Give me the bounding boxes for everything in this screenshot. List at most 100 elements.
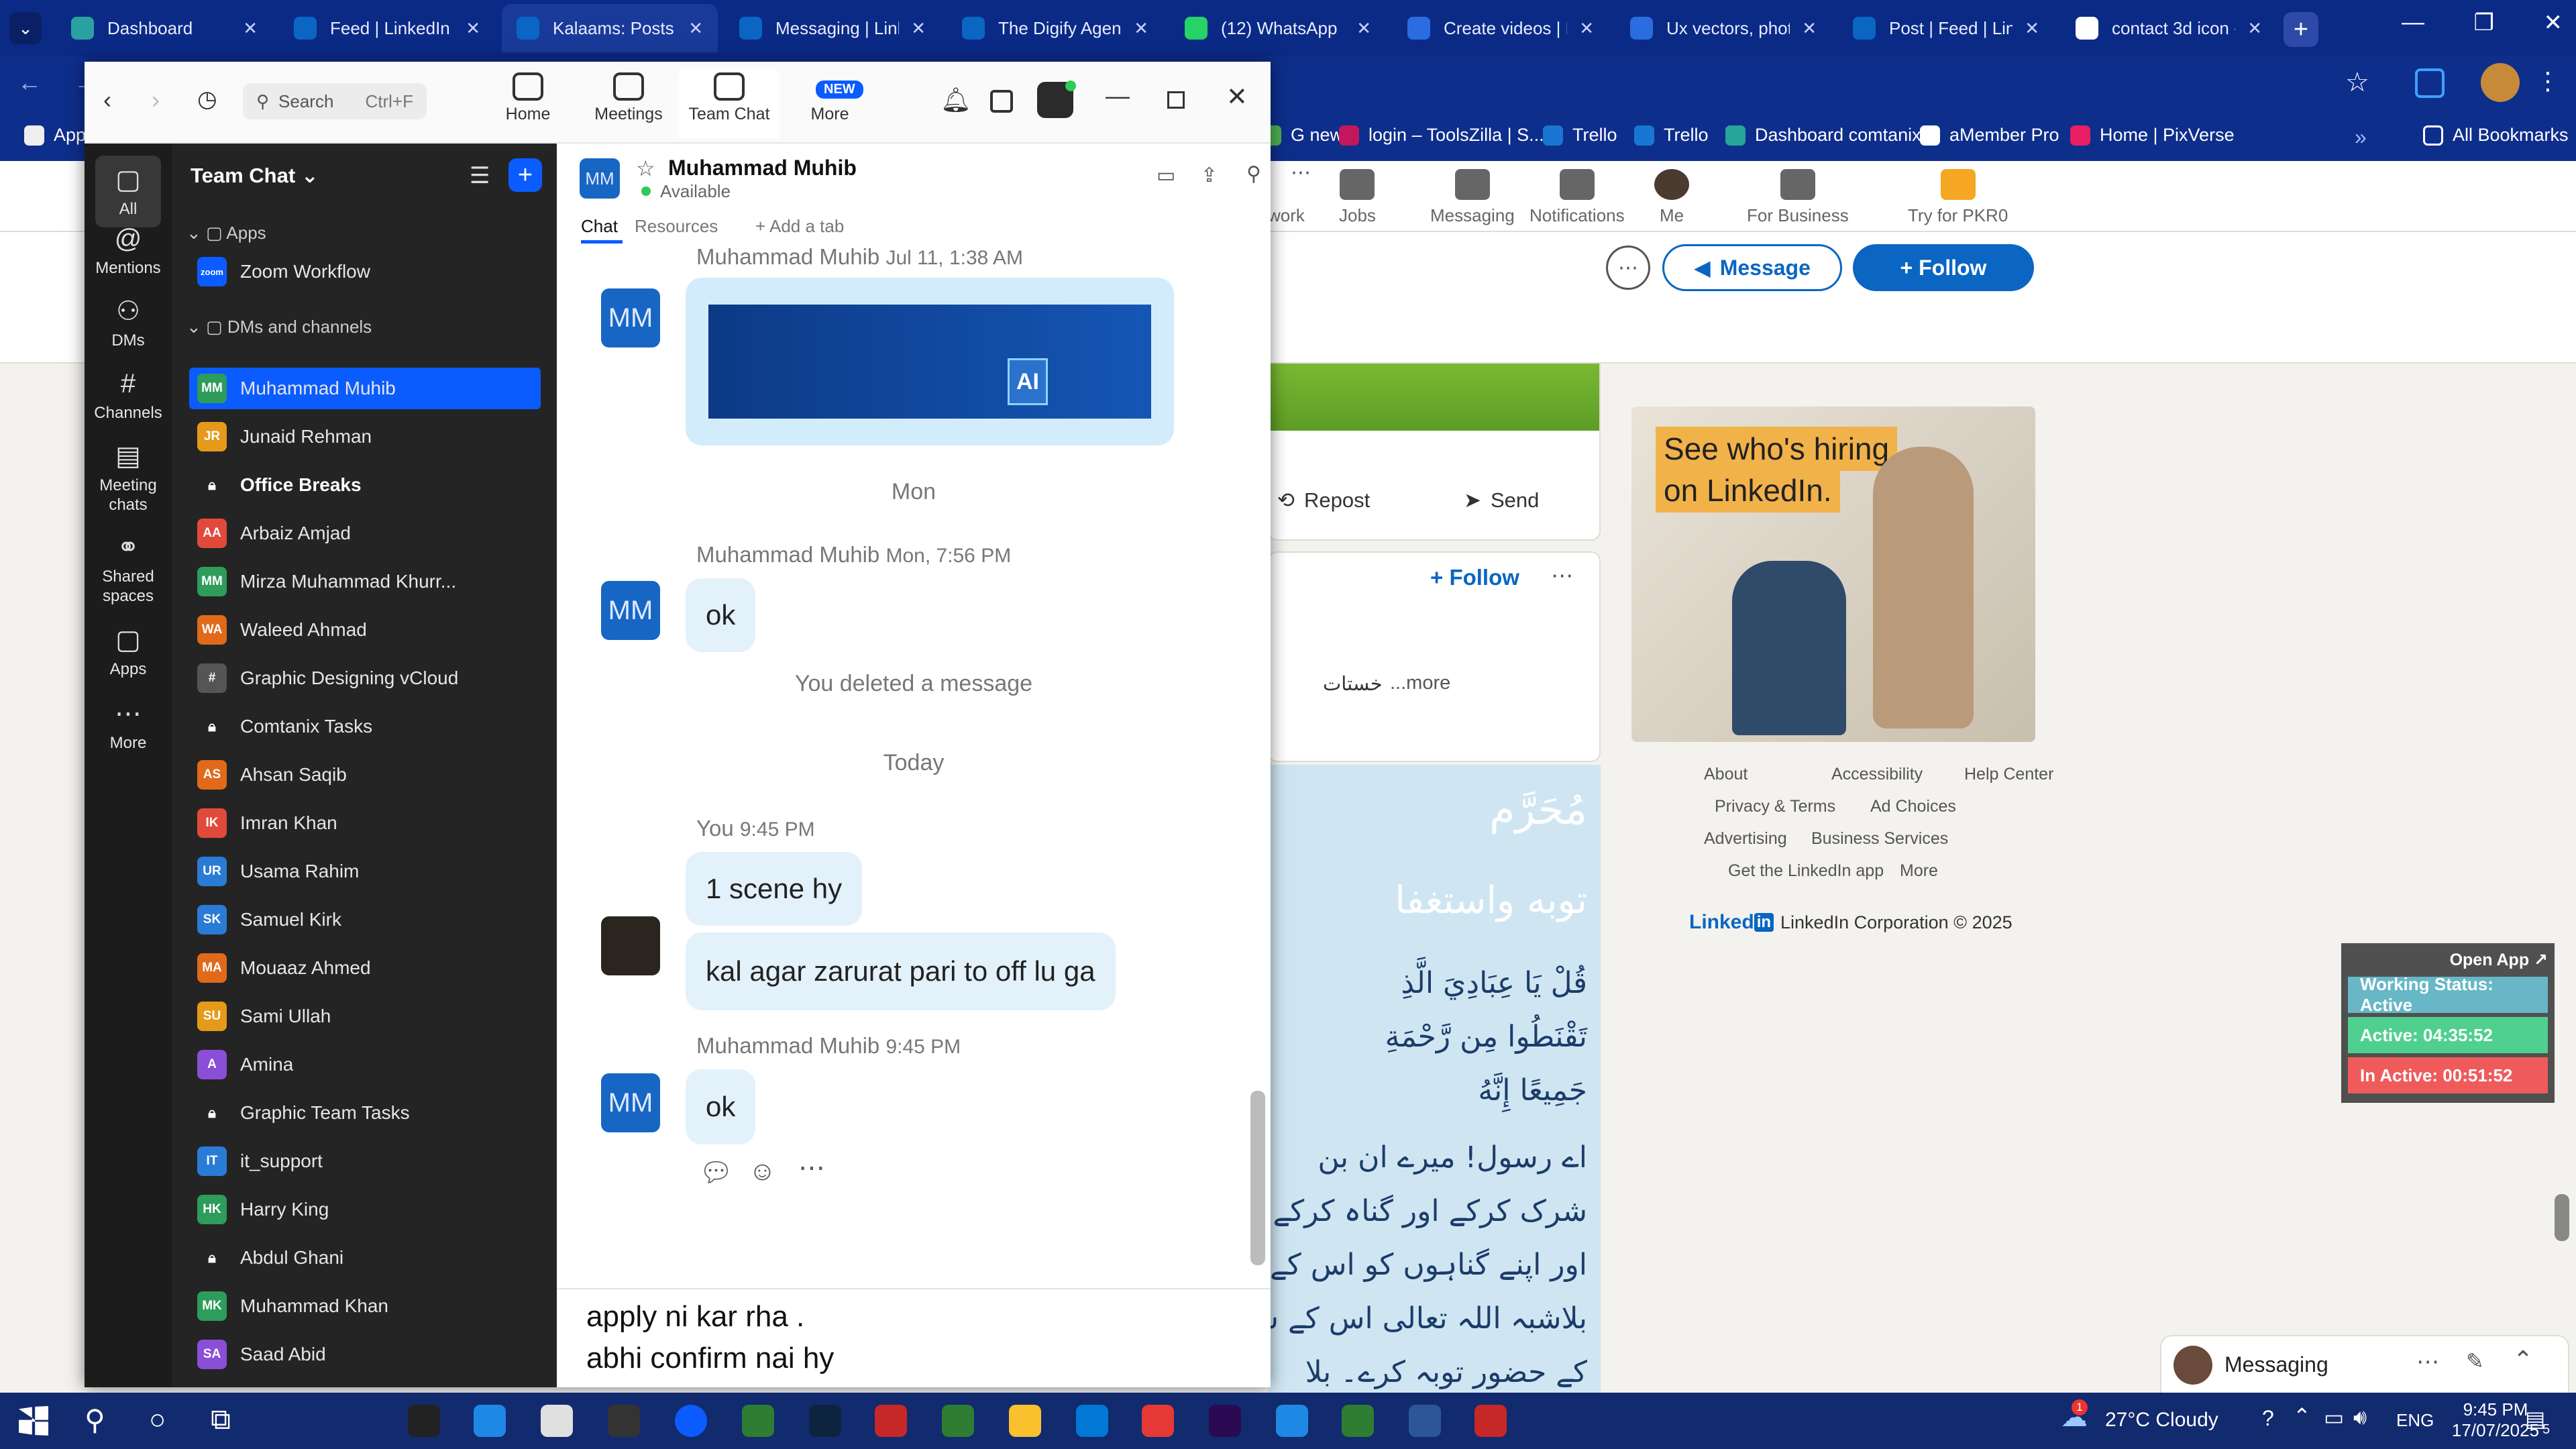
cortana-icon[interactable]: ○ (149, 1403, 166, 1436)
search-icon[interactable]: ⚲ (1246, 162, 1261, 186)
bookmark-item[interactable]: G new (1261, 125, 1343, 146)
filter-icon[interactable]: ☰ (470, 162, 490, 189)
browser-tab[interactable]: Ux vectors, photo ✕ (1615, 4, 1831, 52)
compose-line-2[interactable]: abhi confirm nai hy (586, 1342, 834, 1375)
taskbar-app-icon[interactable] (875, 1405, 907, 1437)
browser-tab[interactable]: (12) WhatsApp ✕ (1170, 4, 1386, 52)
image-message[interactable]: AI (686, 278, 1174, 445)
taskbar-app-icon[interactable] (1342, 1405, 1374, 1437)
share-screen-icon[interactable]: ⇪ (1201, 164, 1218, 187)
chat-list-item[interactable]: A Amina (189, 1044, 541, 1085)
close-tab-icon[interactable]: ✕ (1567, 18, 1594, 39)
footer-link[interactable]: Help Center (1964, 765, 2053, 784)
chat-list-item[interactable]: MK Muhammad Khan (189, 1285, 541, 1327)
taskbar-app-icon[interactable] (1276, 1405, 1308, 1437)
bookmark-item[interactable]: Dashboard comtanix (1725, 125, 1921, 146)
message-avatar[interactable]: MM (601, 1073, 660, 1132)
back-arrow-icon[interactable]: ‹ (103, 86, 111, 114)
help-icon[interactable]: ? (2262, 1406, 2274, 1431)
message-avatar[interactable]: MM (601, 288, 660, 347)
repost-button[interactable]: ⟲ Repost (1277, 488, 1370, 513)
close-tab-icon[interactable]: ✕ (2012, 18, 2039, 39)
chat-avatar[interactable]: MM (580, 158, 620, 199)
message-bubble[interactable]: 1 scene hy (686, 852, 863, 926)
task-view-icon[interactable]: ⧉ (211, 1403, 231, 1436)
chat-tab[interactable]: Chat (581, 216, 618, 237)
taskbar-app-icon[interactable] (1409, 1405, 1441, 1437)
search-input[interactable]: ⚲ Search Ctrl+F (243, 83, 427, 119)
video-icon[interactable]: ▭ (1157, 164, 1175, 187)
chat-list-item[interactable]: SK Samuel Kirk (189, 899, 541, 941)
chevron-up-icon[interactable]: ⌃ (2293, 1403, 2311, 1429)
reply-thread-icon[interactable]: 💬︎ (699, 1157, 733, 1188)
forward-arrow-icon[interactable]: › (152, 86, 160, 114)
chat-list-item[interactable]: UR Usama Rahim (189, 851, 541, 892)
chat-list-item[interactable]: # Graphic Designing vCloud (189, 657, 541, 699)
bookmark-star-icon[interactable]: ☆ (2345, 67, 2369, 98)
more-bookmarks-chevron-icon[interactable]: » (2355, 125, 2367, 150)
browser-tab[interactable]: Kalaams: Posts | L✕ (502, 4, 718, 52)
chat-list-item[interactable]: WA Waleed Ahmad (189, 609, 541, 651)
browser-tab[interactable]: Dashboard ✕ (56, 4, 272, 52)
chat-list-item[interactable]: 🔒︎ Comtanix Tasks (189, 706, 541, 747)
rail-item[interactable]: # Channels (85, 368, 172, 423)
linkedin-nav-item[interactable]: Messaging (1430, 169, 1515, 226)
chat-list-item[interactable]: IK Imran Khan (189, 802, 541, 844)
list-item[interactable]: zoom Zoom Workflow (189, 251, 541, 292)
add-reaction-icon[interactable]: ☺ (749, 1157, 776, 1187)
more-icon[interactable]: ⋯ (798, 1152, 825, 1183)
all-bookmarks[interactable]: All Bookmarks (2423, 125, 2569, 146)
chat-list-item[interactable]: 🔒︎ Graphic Team Tasks (189, 1092, 541, 1134)
chat-list-item[interactable]: MM Muhammad Muhib (189, 368, 541, 409)
rail-item[interactable]: @ Mentions (85, 223, 172, 278)
restore-icon[interactable]: ❐ (2474, 9, 2494, 36)
close-tab-icon[interactable]: ✕ (1122, 18, 1148, 39)
browser-tab[interactable]: contact 3d icon - ✕ (2061, 4, 2277, 52)
zoom-nav-tab[interactable]: Home (478, 72, 578, 124)
rail-item[interactable]: ▢ Apps (85, 624, 172, 680)
send-button[interactable]: ➤ Send (1464, 488, 1539, 513)
rail-item[interactable]: ▢ All (95, 156, 161, 227)
footer-link[interactable]: About (1704, 765, 1748, 784)
footer-link[interactable]: Ad Choices (1870, 797, 1956, 816)
close-tab-icon[interactable]: ✕ (899, 18, 926, 39)
list-title[interactable]: Team Chat ⌄ (191, 164, 319, 188)
section-dms[interactable]: ⌄ ▢ DMs and channels (186, 317, 372, 337)
rail-item[interactable]: ⚇ DMs (85, 295, 172, 351)
footer-link[interactable]: Advertising (1704, 829, 1787, 849)
message-bubble[interactable]: ok (686, 1069, 756, 1144)
section-apps[interactable]: ⌄ ▢ Apps (186, 223, 266, 244)
taskbar-app-icon[interactable] (541, 1405, 573, 1437)
browser-tab[interactable]: Post | Feed | Linke✕ (1838, 4, 2054, 52)
search-icon[interactable]: ⚲ (85, 1403, 105, 1436)
bookmark-item[interactable]: Trello (1634, 125, 1709, 146)
post-more-icon[interactable]: ⋯ (1551, 562, 1573, 588)
profile-avatar[interactable] (2481, 63, 2520, 102)
extensions-icon[interactable] (2415, 68, 2445, 98)
linkedin-nav-item[interactable]: For Business (1747, 169, 1849, 226)
message-bubble[interactable]: ok (686, 578, 756, 652)
linkedin-nav-item[interactable]: Try for PKR0 (1908, 169, 2008, 226)
minimize-icon[interactable]: — (1106, 82, 1130, 110)
open-app-link[interactable]: Open App ↗ (2348, 950, 2548, 977)
browser-tab[interactable]: Messaging | Linke✕ (724, 4, 941, 52)
browser-tab[interactable]: The Digify Agenc ✕ (947, 4, 1163, 52)
close-tab-icon[interactable]: ✕ (453, 18, 480, 39)
chat-tab[interactable]: + Add a tab (755, 216, 844, 237)
post-follow-link[interactable]: + Follow (1430, 565, 1519, 590)
chat-list-item[interactable]: AA Arbaiz Amjad (189, 513, 541, 554)
footer-link[interactable]: Get the LinkedIn app (1728, 861, 1884, 881)
chat-tab[interactable]: Resources (635, 216, 718, 237)
taskbar-app-icon[interactable] (1474, 1405, 1507, 1437)
footer-link[interactable]: More (1900, 861, 1938, 881)
chat-list-item[interactable]: MA Mouaaz Ahmed (189, 947, 541, 989)
weather-text[interactable]: 27°C Cloudy (2105, 1409, 2218, 1432)
footer-link[interactable]: Privacy & Terms (1715, 797, 1835, 816)
taskbar-app-icon[interactable] (942, 1405, 974, 1437)
chat-list-item[interactable]: 🔒︎ Abdul Ghani (189, 1237, 541, 1279)
taskbar-app-icon[interactable] (408, 1405, 440, 1437)
more-options-icon[interactable]: ⋯ (1606, 246, 1650, 290)
minimize-icon[interactable]: — (2402, 9, 2424, 36)
network-icon[interactable]: ▭ (2324, 1405, 2344, 1430)
rail-item[interactable]: ⚭ Shared spaces (85, 531, 172, 606)
